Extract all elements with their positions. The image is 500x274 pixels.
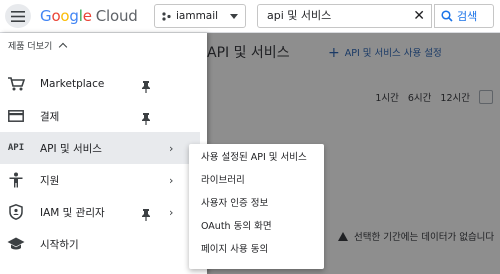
time-range-selector: 1시간 6시간 12시간 (375, 90, 493, 104)
sidebar-item-label: Marketplace (40, 78, 105, 90)
support-icon (7, 171, 25, 189)
search-icon (441, 10, 453, 22)
submenu-item-library[interactable]: 라이브러리 (189, 169, 324, 192)
submenu-item-enabled-apis[interactable]: 사용 설정된 API 및 서비스 (189, 146, 324, 169)
project-selector[interactable]: iammail (154, 4, 246, 28)
cart-icon (7, 75, 25, 93)
shield-icon (7, 203, 25, 221)
no-data-message: 선택한 기간에는 데이터가 없습니다 (338, 229, 494, 243)
logo-letter: e (82, 7, 92, 25)
submenu-item-credentials[interactable]: 사용자 인증 정보 (189, 192, 324, 215)
api-icon: API (7, 143, 25, 153)
collapse-more-products[interactable]: 제품 더보기 (8, 39, 68, 52)
collapse-label: 제품 더보기 (8, 42, 53, 52)
plus-icon: + (328, 45, 340, 61)
pin-icon[interactable] (141, 110, 151, 129)
range-1h[interactable]: 1시간 (375, 90, 399, 104)
top-bar: Google Cloud iammail api 및 서비스 ✕ 검색 (0, 0, 500, 33)
billing-icon (7, 107, 25, 125)
submenu-item-page-usage-consent[interactable]: 페이지 사용 동의 (189, 238, 324, 261)
search-input[interactable]: api 및 서비스 ✕ (257, 4, 432, 28)
chevron-right-icon: › (169, 173, 174, 187)
sidebar-item-iam-admin[interactable]: IAM 및 관리자 › (0, 196, 200, 228)
chevron-right-icon: › (169, 141, 174, 155)
navigation-sidebar: 제품 더보기 Marketplace 결제 API API 및 서비스 › 지원… (0, 33, 207, 274)
page-title: API 및 서비스 (207, 45, 290, 61)
sidebar-item-support[interactable]: 지원 › (0, 164, 200, 196)
logo-letter: g (69, 7, 79, 25)
search-value: api 및 서비스 (267, 9, 332, 22)
pin-icon[interactable] (141, 206, 151, 225)
range-12h[interactable]: 12시간 (440, 90, 470, 104)
sidebar-item-label: IAM 및 관리자 (40, 206, 105, 219)
logo-product: Cloud (95, 7, 138, 25)
project-dots-icon (162, 11, 171, 21)
search-button-label: 검색 (457, 10, 478, 23)
sidebar-item-marketplace[interactable]: Marketplace (0, 68, 200, 100)
google-cloud-logo[interactable]: Google Cloud (40, 7, 138, 25)
range-dropdown-icon[interactable] (479, 90, 493, 104)
sidebar-item-label: 지원 (40, 174, 60, 187)
hamburger-icon (11, 10, 25, 22)
sidebar-item-billing[interactable]: 결제 (0, 100, 200, 132)
clear-icon[interactable]: ✕ (413, 5, 425, 27)
no-data-text: 선택한 기간에는 데이터가 없습니다 (354, 232, 495, 243)
api-services-submenu: 사용 설정된 API 및 서비스 라이브러리 사용자 인증 정보 OAuth 동… (189, 144, 324, 269)
project-name: iammail (176, 10, 219, 22)
menu-button[interactable] (5, 4, 31, 28)
sidebar-item-getting-started[interactable]: 시작하기 (0, 228, 200, 260)
submenu-item-oauth-consent[interactable]: OAuth 동의 화면 (189, 215, 324, 238)
caret-down-icon (230, 13, 238, 19)
logo-letter: G (40, 7, 52, 25)
sidebar-item-label: 시작하기 (40, 238, 79, 251)
chevron-up-icon (59, 42, 68, 52)
warning-icon (338, 231, 348, 241)
pin-icon[interactable] (141, 78, 151, 97)
chevron-right-icon: › (169, 205, 174, 219)
sidebar-item-label: API 및 서비스 (40, 142, 102, 155)
enable-apis-label: API 및 서비스 사용 설정 (344, 48, 442, 59)
sidebar-item-api-services[interactable]: API API 및 서비스 › (0, 132, 200, 164)
search-button[interactable]: 검색 (434, 4, 494, 28)
school-icon (7, 235, 25, 253)
sidebar-item-label: 결제 (40, 110, 60, 123)
enable-apis-button[interactable]: + API 및 서비스 사용 설정 (328, 44, 442, 61)
range-6h[interactable]: 6시간 (408, 90, 432, 104)
